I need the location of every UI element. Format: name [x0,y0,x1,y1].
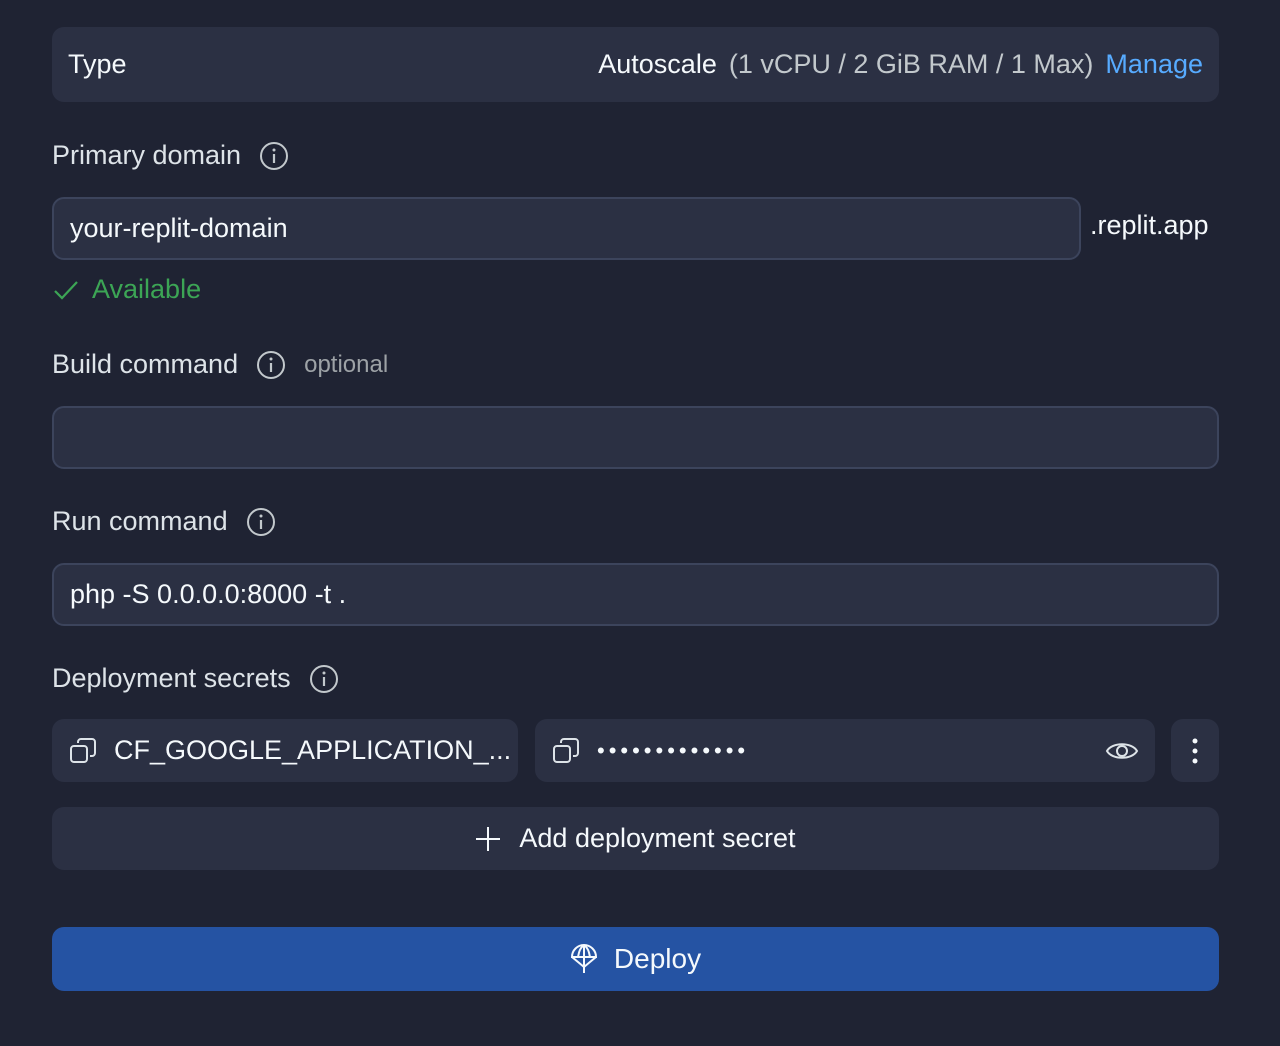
run-command-value: php -S 0.0.0.0:8000 -t . [70,579,347,609]
secret-key-field[interactable]: CF_GOOGLE_APPLICATION_... [52,719,518,782]
deployment-secrets-label: Deployment secrets [52,663,291,693]
primary-domain-label-row: Primary domain [52,140,289,171]
build-command-label: Build command [52,349,239,379]
type-summary: Autoscale (1 vCPU / 2 GiB RAM / 1 Max) M… [598,49,1203,80]
check-icon [52,276,80,304]
secret-more-button[interactable] [1171,719,1219,782]
add-deployment-secret-button[interactable]: Add deployment secret [52,807,1219,870]
info-icon[interactable] [309,664,339,694]
secret-value-field[interactable]: ••••••••••••• [535,719,1155,782]
deploy-label: Deploy [613,943,702,974]
add-deployment-secret-label: Add deployment secret [519,823,796,853]
secret-masked-value: ••••••••••••• [597,737,750,763]
deployment-type-row: Type Autoscale (1 vCPU / 2 GiB RAM / 1 M… [52,27,1219,102]
copy-icon[interactable] [551,736,581,766]
build-command-label-row: Build command optional [52,349,388,380]
type-value: Autoscale [598,49,717,79]
primary-domain-input[interactable]: your-replit-domain [52,197,1081,260]
type-label: Type [68,49,127,79]
manage-link[interactable]: Manage [1105,49,1203,80]
build-command-input[interactable] [52,406,1219,469]
run-command-label: Run command [52,506,228,536]
copy-icon[interactable] [68,736,98,766]
deployment-secrets-label-row: Deployment secrets [52,663,339,694]
run-command-label-row: Run command [52,506,276,537]
optional-tag: optional [304,350,389,378]
primary-domain-value: your-replit-domain [70,213,288,243]
info-icon[interactable] [246,507,276,537]
domain-availability: Available [52,274,201,305]
type-detail: (1 vCPU / 2 GiB RAM / 1 Max) [728,49,1094,79]
more-vertical-icon [1191,737,1199,765]
plus-icon [475,826,501,852]
deploy-icon [570,943,598,975]
domain-suffix: .replit.app [1090,210,1209,240]
info-icon[interactable] [256,350,286,380]
secret-key-text: CF_GOOGLE_APPLICATION_... [114,735,512,765]
deploy-button[interactable]: Deploy [52,927,1219,991]
info-icon[interactable] [259,141,289,171]
run-command-input[interactable]: php -S 0.0.0.0:8000 -t . [52,563,1219,626]
availability-text: Available [92,274,202,304]
primary-domain-label: Primary domain [52,140,242,170]
eye-icon[interactable] [1105,739,1139,763]
